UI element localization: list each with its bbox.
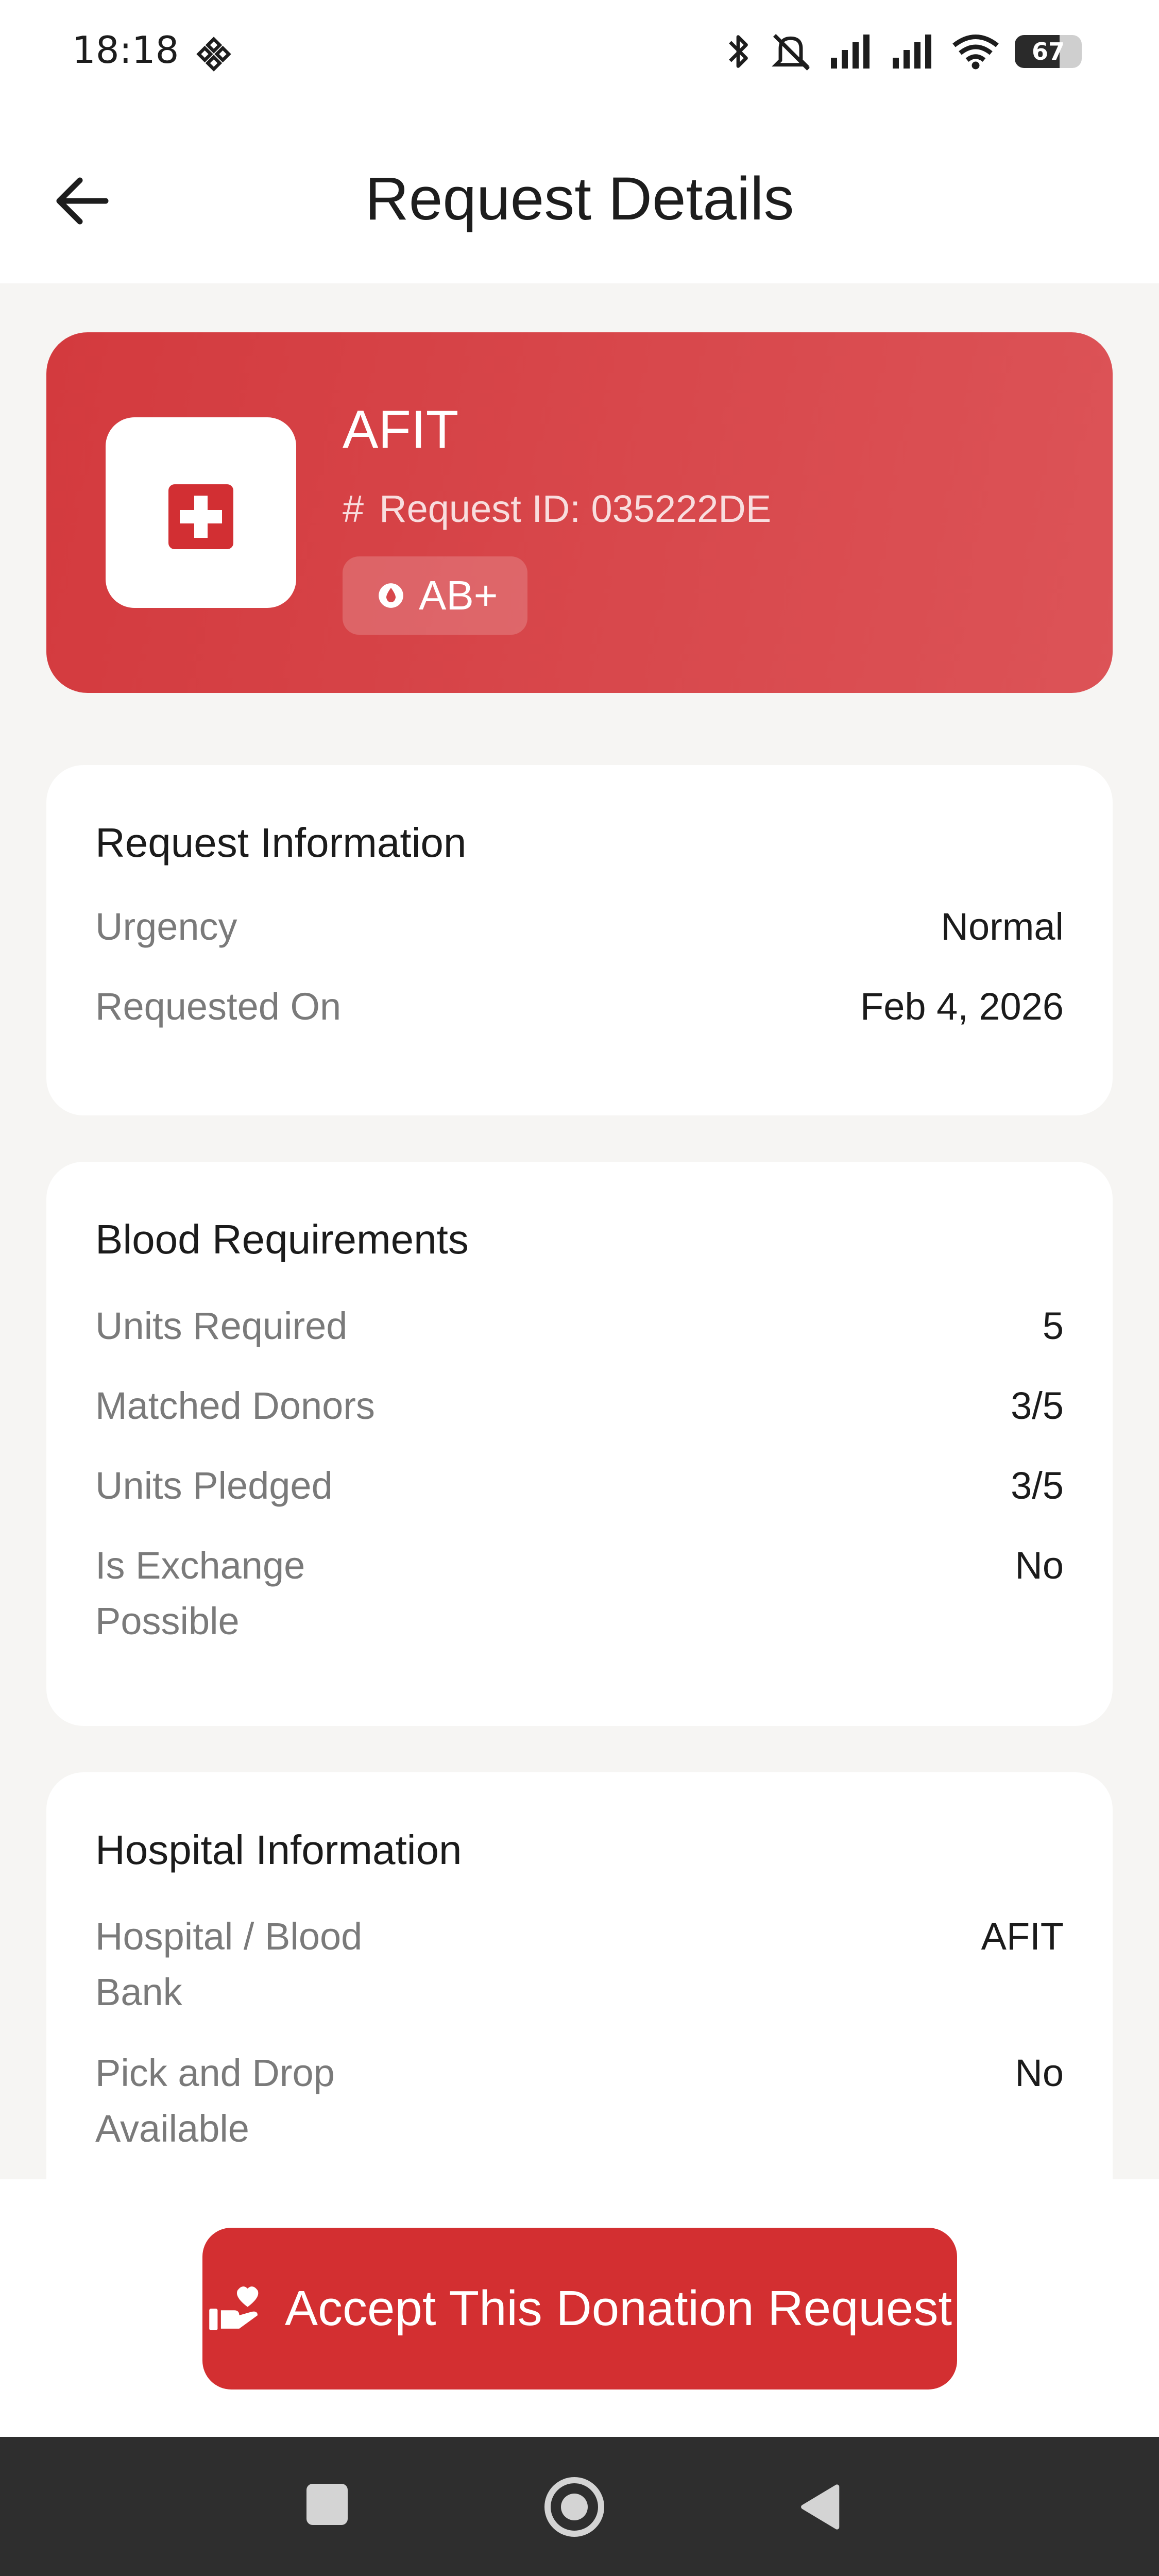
pick-and-drop-value: No (1015, 2052, 1064, 2094)
blood-requirements-card: Blood Requirements Units Required 5 Matc… (46, 1162, 1113, 1726)
card-title: Hospital Information (95, 1827, 462, 1873)
back-triangle-icon[interactable] (796, 2482, 842, 2532)
requested-on-value: Feb 4, 2026 (860, 985, 1064, 1028)
units-pledged-value: 3/5 (1011, 1464, 1064, 1507)
status-icons: 67 (722, 31, 1082, 72)
signal-icon (893, 35, 931, 69)
mute-icon (772, 33, 810, 71)
hospital-blood-bank-label: Hospital / Blood Bank (95, 1915, 363, 2013)
blood-drop-icon (379, 583, 403, 608)
app-screen: 18:18 67 Request Details AFIT # Request … (0, 0, 1159, 2576)
medical-cross-icon (168, 484, 233, 549)
units-required-label: Units Required (95, 1304, 348, 1347)
request-id-text: Request ID: 035222DE (379, 487, 772, 530)
matched-donors-value: 3/5 (1011, 1384, 1064, 1427)
binance-icon (196, 37, 231, 72)
status-time: 18:18 (72, 28, 179, 72)
card-title: Request Information (95, 820, 467, 866)
page-title: Request Details (365, 165, 794, 233)
exchange-possible-label: Is Exchange Possible (95, 1544, 305, 1642)
card-title: Blood Requirements (95, 1216, 469, 1262)
pick-and-drop-label: Pick and Drop Available (95, 2052, 335, 2150)
top-bar: 18:18 67 Request Details (0, 0, 1159, 283)
hospital-blood-bank-value: AFIT (981, 1915, 1064, 1958)
units-pledged-label: Units Pledged (95, 1464, 333, 1507)
system-nav-bar (0, 2437, 1159, 2576)
recent-apps-icon[interactable] (306, 2484, 348, 2525)
request-id: # Request ID: 035222DE (343, 487, 771, 531)
request-information-card: Request Information Urgency Normal Reque… (46, 765, 1113, 1115)
urgency-value: Normal (941, 905, 1064, 948)
requested-on-label: Requested On (95, 985, 342, 1028)
blood-group-text: AB+ (419, 572, 498, 618)
hash-icon: # (343, 487, 364, 530)
accept-button-label: Accept This Donation Request (285, 2281, 952, 2336)
battery-icon: 67 (1015, 35, 1082, 68)
home-icon[interactable] (544, 2477, 604, 2537)
hospital-logo (106, 417, 296, 608)
blood-group-badge: AB+ (343, 556, 528, 635)
signal-icon (831, 35, 870, 69)
hospital-name: AFIT (343, 400, 459, 460)
hospital-hero-card: AFIT # Request ID: 035222DE AB+ (46, 332, 1113, 693)
units-required-value: 5 (1042, 1304, 1064, 1347)
donate-hand-heart-icon (209, 2286, 259, 2331)
bottom-action-bar: Accept This Donation Request (0, 2179, 1159, 2437)
wifi-icon (952, 35, 999, 70)
urgency-label: Urgency (95, 905, 237, 948)
exchange-possible-value: No (1015, 1544, 1064, 1587)
accept-donation-request-button[interactable]: Accept This Donation Request (202, 2228, 957, 2389)
battery-level: 67 (1031, 38, 1065, 65)
bluetooth-icon (729, 35, 748, 68)
matched-donors-label: Matched Donors (95, 1384, 375, 1427)
